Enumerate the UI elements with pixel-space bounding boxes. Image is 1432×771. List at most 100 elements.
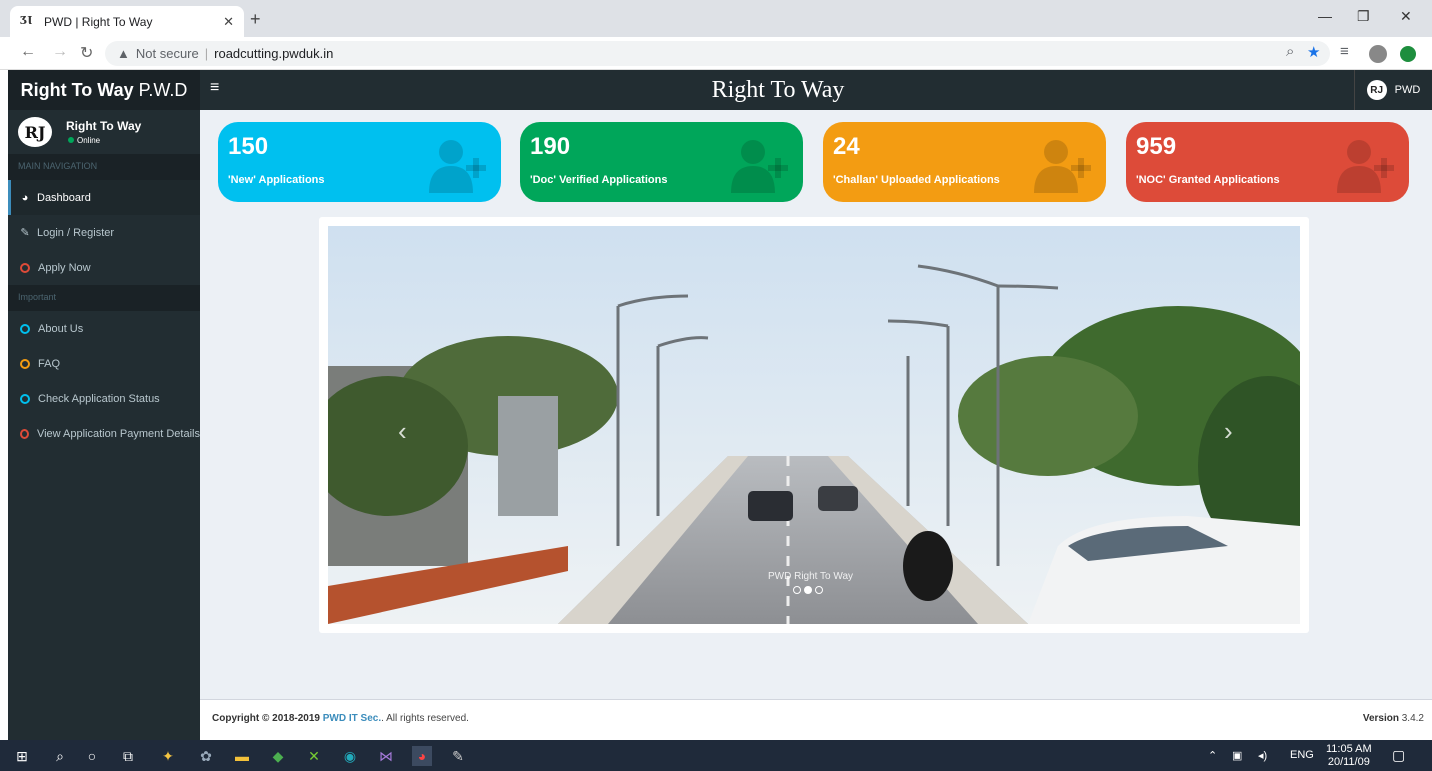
app-icon[interactable]: ✦ bbox=[158, 746, 178, 766]
sidebar-item-label: View Application Payment Details bbox=[36, 427, 200, 440]
user-panel: RJ Right To Way Online bbox=[8, 110, 200, 154]
status-badge: Online bbox=[68, 136, 141, 145]
file-explorer-icon[interactable]: ▬ bbox=[232, 746, 252, 766]
sidebar-item-label: About Us bbox=[38, 322, 84, 335]
tab-title: PWD | Right To Way bbox=[44, 14, 153, 29]
edit-icon: ✎ bbox=[20, 227, 30, 239]
sidebar-item-about[interactable]: About Us bbox=[8, 311, 200, 346]
version-number: 3.4.2 bbox=[1401, 713, 1424, 724]
app-icon[interactable]: ✿ bbox=[196, 746, 216, 766]
copyright-text: Copyright © 2018-2019 bbox=[212, 713, 320, 724]
sidebar: RJ Right To Way Online MAIN NAVIGATION ◕… bbox=[8, 110, 200, 740]
logo-bold: Right To Way bbox=[20, 79, 134, 100]
user-menu-label: PWD bbox=[1394, 84, 1421, 96]
restore-icon[interactable]: ❐ bbox=[1357, 8, 1370, 25]
circle-icon bbox=[20, 393, 30, 404]
stat-box-new[interactable]: 150 'New' Applications bbox=[218, 122, 501, 202]
zoom-icon[interactable]: ⌕ bbox=[1286, 43, 1294, 60]
add-user-icon bbox=[731, 140, 788, 193]
notification-icon[interactable]: ▢ bbox=[1392, 747, 1405, 764]
version-info: Version 3.4.2 bbox=[1363, 713, 1424, 724]
browser-tab[interactable]: ƷƖ PWD | Right To Way ✕ bbox=[10, 6, 244, 37]
footer: Copyright © 2018-2019 PWD IT Sec.. All r… bbox=[200, 699, 1432, 740]
carousel-indicators bbox=[793, 586, 823, 594]
user-logo-icon: RJ bbox=[1366, 80, 1387, 100]
windows-start-icon[interactable]: ⊞ bbox=[12, 746, 32, 766]
minimize-icon[interactable]: — bbox=[1318, 8, 1332, 24]
app-icon[interactable]: ◆ bbox=[268, 746, 288, 766]
carousel-next-icon[interactable]: › bbox=[1224, 416, 1233, 447]
search-icon[interactable]: ⌕ bbox=[50, 746, 70, 766]
bookmark-star-icon[interactable]: ★ bbox=[1307, 43, 1320, 61]
close-tab-icon[interactable]: ✕ bbox=[223, 14, 234, 30]
update-icon[interactable] bbox=[1400, 46, 1416, 62]
stat-box-challan[interactable]: 24 'Challan' Uploaded Applications bbox=[823, 122, 1106, 202]
visual-studio-icon[interactable]: ⋈ bbox=[376, 746, 396, 766]
clock-date: 20/11/09 bbox=[1327, 756, 1370, 768]
url-input[interactable]: ▲ Not secure | roadcutting.pwduk.in bbox=[105, 41, 1330, 66]
security-label[interactable]: Not secure bbox=[136, 46, 199, 61]
company-link[interactable]: PWD IT Sec. bbox=[323, 713, 381, 724]
clock-time: 11:05 AM bbox=[1326, 743, 1372, 755]
sidebar-item-login[interactable]: ✎ Login / Register bbox=[8, 215, 200, 250]
os-taskbar: ⊞ ⌕ ○ ⧉ ✦ ✿ ▬ ◆ ✕ ◉ ⋈ ◕ ✎ ⌃ ▣ ◂) ENG 11:… bbox=[0, 740, 1432, 771]
app-root: Right To Way P.W.D ≡ Right To Way RJ PWD… bbox=[8, 70, 1432, 740]
sidebar-item-check-status[interactable]: Check Application Status bbox=[8, 381, 200, 416]
important-header: Important bbox=[8, 285, 200, 311]
page-title: Right To Way bbox=[711, 77, 845, 103]
new-tab-button[interactable]: + bbox=[250, 9, 261, 30]
chrome-icon[interactable]: ◕ bbox=[412, 746, 432, 766]
stat-box-noc[interactable]: 959 'NOC' Granted Applications bbox=[1126, 122, 1409, 202]
stat-box-doc-verified[interactable]: 190 'Doc' Verified Applications bbox=[520, 122, 803, 202]
sidebar-item-payment-details[interactable]: View Application Payment Details bbox=[8, 416, 200, 451]
task-view-icon[interactable]: ⧉ bbox=[118, 746, 138, 766]
sidebar-item-faq[interactable]: FAQ bbox=[8, 346, 200, 381]
carousel-slide-image: ‹ › PWD Right To Way bbox=[328, 226, 1300, 624]
chevron-up-icon[interactable]: ⌃ bbox=[1208, 749, 1217, 762]
warning-icon[interactable]: ▲ bbox=[117, 46, 130, 61]
circle-icon bbox=[20, 323, 30, 334]
app-logo[interactable]: Right To Way P.W.D bbox=[8, 70, 200, 110]
close-window-icon[interactable]: ✕ bbox=[1400, 8, 1412, 25]
carousel-caption: PWD Right To Way bbox=[768, 571, 854, 582]
circle-icon bbox=[20, 428, 29, 439]
site-favicon-icon: ƷƖ bbox=[20, 13, 33, 27]
carousel-dot[interactable] bbox=[793, 586, 801, 594]
app-icon[interactable]: ✕ bbox=[304, 746, 324, 766]
carousel-dot[interactable] bbox=[815, 586, 823, 594]
url-text[interactable]: roadcutting.pwduk.in bbox=[214, 46, 333, 61]
carousel-dot-active[interactable] bbox=[804, 586, 812, 594]
sidebar-item-dashboard[interactable]: ◕ Dashboard bbox=[8, 180, 200, 215]
user-menu[interactable]: RJ PWD bbox=[1354, 70, 1432, 110]
logo-suffix: P.W.D bbox=[138, 79, 188, 100]
rights-text: . All rights reserved. bbox=[381, 713, 469, 724]
edge-icon[interactable]: ◉ bbox=[340, 746, 360, 766]
user-name: Right To Way bbox=[66, 119, 142, 133]
main-navigation-header: MAIN NAVIGATION bbox=[8, 154, 200, 180]
add-user-icon bbox=[1337, 140, 1394, 193]
sidebar-item-label: FAQ bbox=[38, 357, 61, 370]
reload-icon[interactable]: ↻ bbox=[80, 43, 93, 63]
road-photo bbox=[328, 226, 1300, 624]
cortana-icon[interactable]: ○ bbox=[82, 746, 102, 766]
app-icon[interactable]: ✎ bbox=[448, 746, 468, 766]
reading-list-icon[interactable]: ≡ bbox=[1340, 43, 1349, 60]
sidebar-item-label: Check Application Status bbox=[38, 392, 160, 405]
language-indicator[interactable]: ENG bbox=[1290, 749, 1314, 761]
sidebar-item-label: Apply Now bbox=[38, 261, 91, 274]
network-icon[interactable]: ▣ bbox=[1232, 749, 1242, 762]
sidebar-item-apply[interactable]: Apply Now bbox=[8, 250, 200, 285]
volume-icon[interactable]: ◂) bbox=[1258, 749, 1267, 762]
avatar: RJ bbox=[18, 117, 52, 147]
circle-icon bbox=[20, 262, 30, 273]
sidebar-item-label: Dashboard bbox=[37, 191, 91, 204]
browser-tab-bar: ƷƖ PWD | Right To Way ✕ + — ❐ ✕ bbox=[0, 0, 1432, 37]
back-icon[interactable]: ← bbox=[20, 43, 36, 61]
profile-avatar[interactable] bbox=[1369, 45, 1387, 63]
forward-icon[interactable]: → bbox=[52, 43, 68, 61]
add-user-icon bbox=[1034, 140, 1091, 193]
main-header: Right To Way P.W.D ≡ Right To Way RJ PWD bbox=[8, 70, 1432, 110]
carousel-prev-icon[interactable]: ‹ bbox=[398, 416, 407, 447]
clock[interactable]: 11:05 AM 20/11/09 bbox=[1326, 743, 1372, 769]
add-user-icon bbox=[429, 140, 486, 193]
